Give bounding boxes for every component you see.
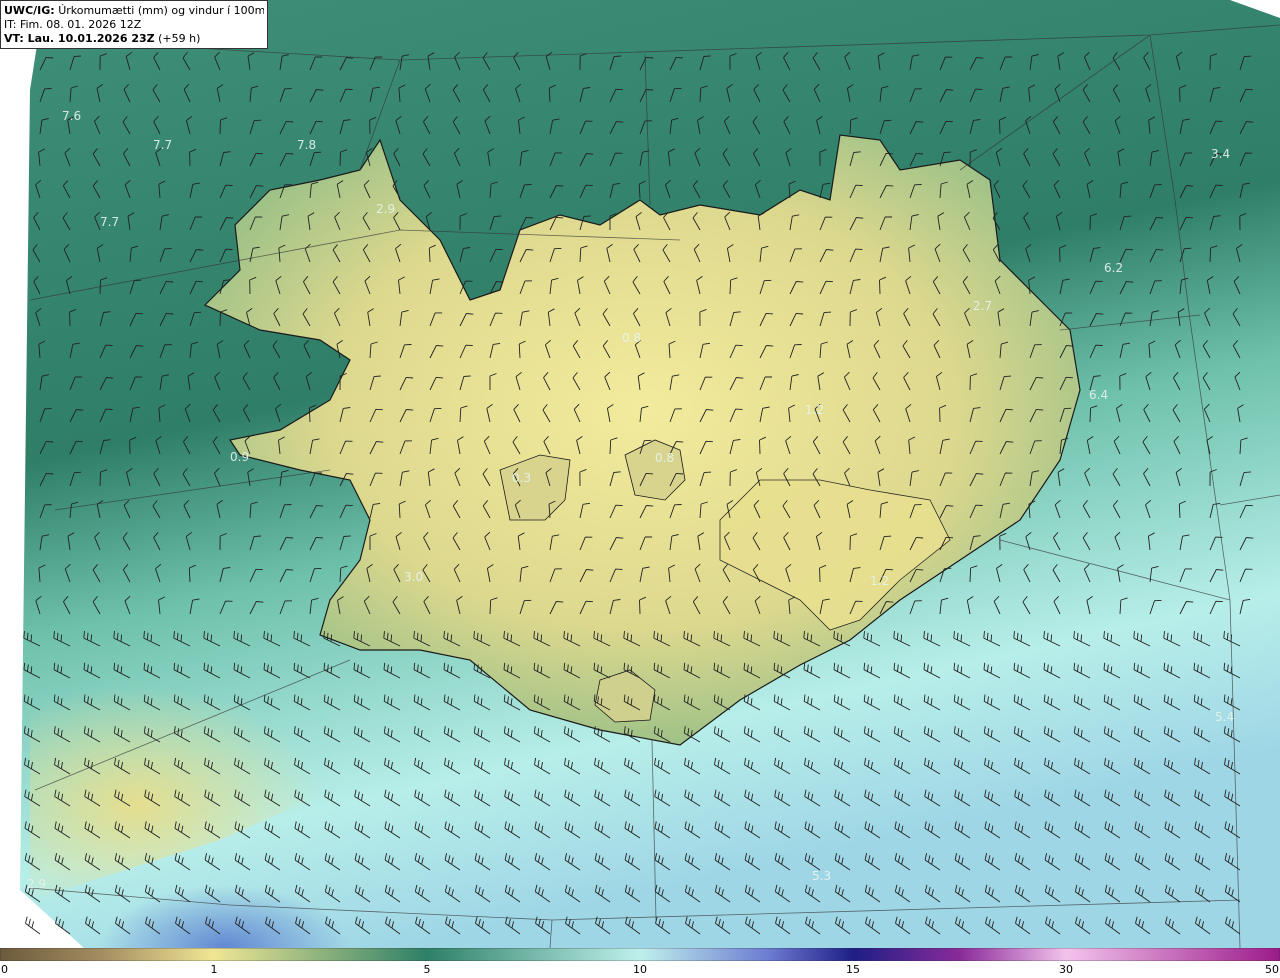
map-label: 0.8 (655, 451, 674, 465)
forecast-info-box: UWC/IG: Úrkomumætti (mm) og vindur í 100… (0, 0, 268, 49)
map-label: 1.2 (870, 574, 889, 588)
valid-time: VT: Lau. 10.01.2026 23Z (4, 32, 155, 45)
map-label: 7.6 (62, 109, 81, 123)
colorbar-tick: 10 (633, 963, 647, 976)
map-label: 3.4 (1211, 147, 1230, 161)
colorbar-tick: 50 (1265, 963, 1279, 976)
colorbar-tick: 30 (1059, 963, 1073, 976)
colorbar-tick: 1 (210, 963, 218, 976)
product-name: UWC/IG: (4, 4, 55, 17)
map-label: 6.2 (1104, 261, 1123, 275)
map-label: 0.9 (230, 450, 249, 464)
map-label: 1.2 (805, 403, 824, 417)
wind-barb (25, 916, 41, 935)
forecast-offset: (+59 h) (158, 32, 201, 45)
map-label: 7.8 (297, 138, 316, 152)
issue-time: IT: Fim. 08. 01. 2026 12Z (4, 18, 142, 31)
map-label: 7.7 (100, 215, 119, 229)
map-label: 6.4 (1089, 388, 1108, 402)
colorbar-tick: 0 (1, 963, 8, 976)
map-title: Úrkomumætti (mm) og vindur í 100m hæð (58, 4, 264, 17)
map-label: 2.7 (973, 299, 992, 313)
map-label: 3.0 (404, 570, 423, 584)
map-label: 7.7 (153, 138, 172, 152)
map-label: 2.9 (376, 202, 395, 216)
colorbar-tick: 5 (423, 963, 431, 976)
map-label: 0.3 (512, 471, 531, 485)
precipitation-wind-map: 7.6 7.7 7.8 7.7 2.9 0.8 1.2 0.8 0.3 0.9 … (20, 0, 1280, 948)
precipitation-colorbar (0, 948, 1280, 961)
map-label: 0.8 (622, 331, 641, 345)
map-label: 5.4 (1215, 710, 1234, 724)
map-label: 2.9 (27, 877, 46, 891)
map-label: 5.3 (812, 869, 831, 883)
colorbar-tick: 15 (846, 963, 860, 976)
